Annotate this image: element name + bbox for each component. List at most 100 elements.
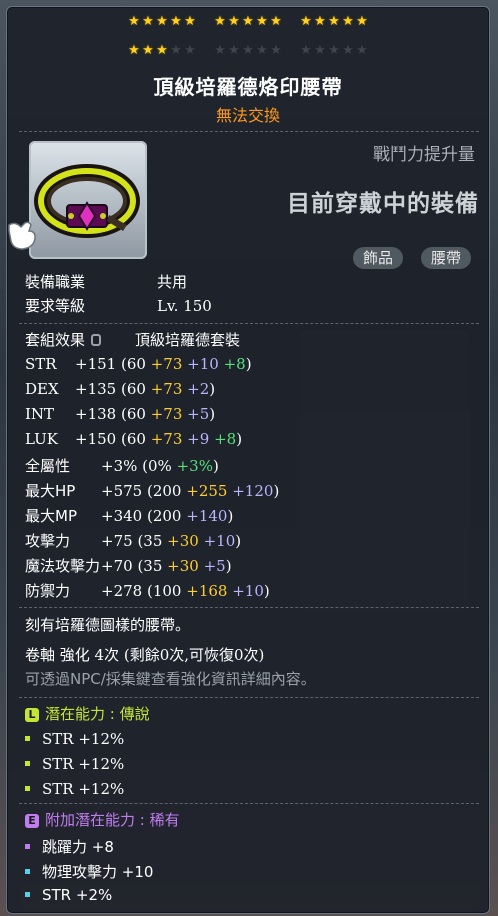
legendary-grade-icon: L	[25, 708, 39, 722]
divider	[19, 697, 479, 698]
stat-values: +575 (200 +255 +120)	[101, 482, 279, 500]
divider	[19, 131, 479, 132]
star-force-row-1: ★ ★ ★ ★ ★ ★ ★ ★ ★ ★ ★ ★ ★ ★ ★	[7, 14, 489, 29]
potential-line: STR +12%	[25, 780, 124, 798]
star-icon: ★	[356, 14, 368, 29]
star-icon: ★	[314, 43, 326, 58]
stat-total: +70	[101, 557, 133, 575]
stat-bonus: +9	[187, 430, 210, 448]
star-icon: ★	[214, 43, 226, 58]
bullet-icon	[25, 761, 30, 766]
additional-potential-line-text: STR +2%	[42, 886, 113, 904]
stat-bonus: +30	[167, 532, 199, 550]
star-group: ★ ★ ★ ★ ★	[300, 14, 368, 29]
stat-bonus: +10	[232, 582, 264, 600]
stat-label: 魔法攻擊力	[25, 557, 101, 575]
star-icon: ★	[214, 14, 226, 29]
additional-potential-line: 物理攻擊力 +10	[25, 861, 153, 882]
stat-label: DEX	[25, 380, 59, 398]
potential-label: 潛在能力	[45, 705, 106, 723]
bullet-icon	[25, 844, 30, 849]
potential-title: 潛在能力 : 傳說	[45, 705, 150, 723]
star-icon: ★	[142, 14, 154, 29]
req-job-label: 裝備職業	[25, 273, 86, 291]
additional-potential-grade: 稀有	[149, 811, 180, 829]
set-effect-row[interactable]: 套組效果 頂級培羅德套裝	[25, 329, 240, 350]
stat-row: 防禦力 +278 (100 +168 +10)	[25, 580, 270, 601]
star-icon: ★	[242, 14, 254, 29]
stat-row: 攻擊力 +75 (35 +30 +10)	[25, 530, 241, 551]
stat-values: +340 (200 +140)	[101, 507, 233, 525]
star-icon: ★	[270, 43, 282, 58]
bullet-icon	[25, 869, 30, 874]
item-icon-frame[interactable]	[29, 141, 147, 259]
epic-grade-icon: E	[25, 814, 39, 828]
potential-separator: :	[109, 705, 115, 723]
stat-label: 最大MP	[25, 507, 77, 525]
stat-base: (100	[146, 582, 182, 600]
star-icon: ★	[142, 43, 154, 58]
additional-potential-line: STR +2%	[25, 886, 112, 904]
stat-close: )	[209, 405, 216, 423]
battle-power-label: 戰鬥力提升量	[373, 145, 475, 165]
stat-base: (0%	[142, 457, 172, 475]
stat-values: +151 (60 +73 +10 +8)	[75, 355, 252, 373]
stat-total: +150	[75, 430, 117, 448]
stat-total: +75	[101, 532, 133, 550]
stat-values: +150 (60 +73 +9 +8)	[75, 430, 242, 448]
bullet-icon	[25, 892, 30, 897]
star-icon: ★	[156, 14, 168, 29]
stat-row: INT +138 (60 +73 +5)	[25, 405, 215, 423]
stat-close: )	[245, 355, 252, 373]
req-level-value: Lv. 150	[157, 297, 212, 315]
stat-close: )	[236, 430, 243, 448]
star-icon: ★	[128, 14, 140, 29]
stat-close: )	[209, 380, 216, 398]
star-icon: ★	[170, 14, 182, 29]
stat-bonus: +168	[186, 582, 228, 600]
star-icon: ★	[314, 14, 326, 29]
stat-base: (200	[146, 507, 182, 525]
additional-potential-line: 跳躍力 +8	[25, 836, 114, 857]
divider	[19, 803, 479, 804]
stat-label: 攻擊力	[25, 532, 71, 550]
stat-total: +3%	[101, 457, 138, 475]
star-icon: ★	[184, 43, 196, 58]
stat-base: (200	[146, 482, 182, 500]
star-icon: ★	[228, 14, 240, 29]
req-job-value: 共用	[157, 273, 188, 291]
equipped-label: 目前穿戴中的裝備	[287, 191, 479, 217]
stat-bonus: +5	[203, 557, 226, 575]
star-icon: ★	[342, 43, 354, 58]
potential-grade: 傳說	[119, 705, 150, 723]
item-name: 頂級培羅德烙印腰帶	[153, 75, 343, 99]
star-group: ★ ★ ★ ★ ★	[128, 14, 196, 29]
stat-bonus: +73	[150, 405, 183, 423]
stat-label: STR	[25, 355, 57, 373]
req-level-label: 要求等級	[25, 297, 86, 315]
stat-label: 防禦力	[25, 582, 71, 600]
stat-total: +278	[101, 582, 143, 600]
trade-status: 無法交換	[215, 106, 280, 125]
scroll-hint: 可透過NPC/採集鍵查看強化資訊詳細內容。	[25, 670, 316, 688]
star-icon: ★	[156, 43, 168, 58]
stat-row: 魔法攻擊力+70 (35 +30 +5)	[25, 555, 232, 576]
additional-potential-line-text: 物理攻擊力 +10	[42, 863, 154, 881]
stat-total: +138	[75, 405, 117, 423]
stat-bonus: +5	[187, 405, 210, 423]
stat-row: 最大HP +575 (200 +255 +120)	[25, 480, 279, 501]
set-name: 頂級培羅德套裝	[135, 331, 241, 349]
stat-base: (60	[120, 405, 146, 423]
stat-bonus: +73	[150, 355, 183, 373]
stat-bonus: +3%	[176, 457, 213, 475]
stat-close: )	[273, 482, 280, 500]
lock-icon	[91, 334, 102, 346]
stat-close: )	[212, 457, 219, 475]
potential-line: STR +12%	[25, 755, 124, 773]
stat-bonus: +73	[150, 380, 183, 398]
star-icon: ★	[242, 43, 254, 58]
stat-close: )	[235, 532, 242, 550]
stat-bonus: +8	[223, 355, 246, 373]
bullet-icon	[25, 786, 30, 791]
stat-values: +135 (60 +73 +2)	[75, 380, 215, 398]
